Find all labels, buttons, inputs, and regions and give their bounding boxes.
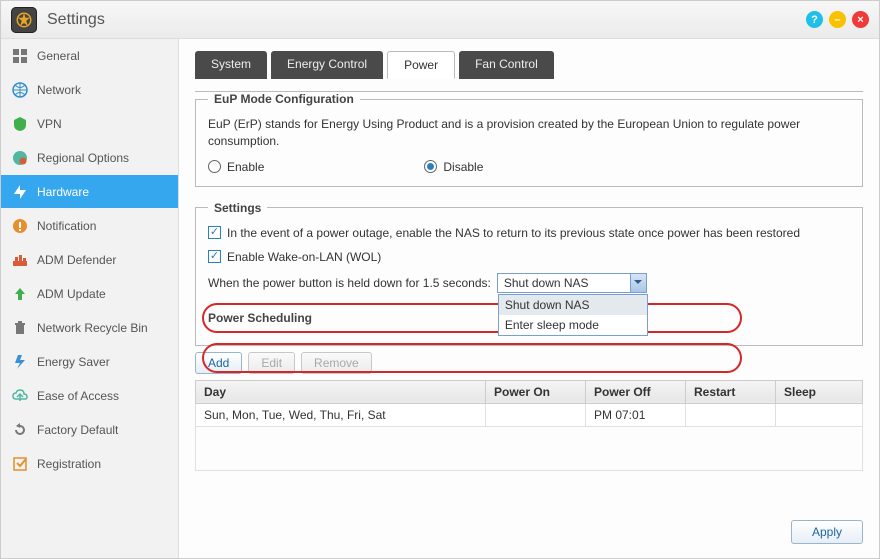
tabs: System Energy Control Power Fan Control	[195, 51, 863, 92]
sidebar-item-registration[interactable]: Registration	[1, 447, 178, 481]
eup-legend: EuP Mode Configuration	[208, 92, 360, 106]
tab-fan-control[interactable]: Fan Control	[459, 51, 554, 79]
sidebar-item-label: ADM Defender	[37, 253, 116, 267]
sidebar-item-label: ADM Update	[37, 287, 106, 301]
tab-power[interactable]: Power	[387, 51, 455, 79]
sidebar-item-label: Hardware	[37, 185, 89, 199]
col-power-on[interactable]: Power On	[486, 380, 586, 403]
hardware-icon	[11, 183, 29, 201]
sidebar-item-label: Energy Saver	[37, 355, 110, 369]
cell-sleep	[776, 403, 863, 426]
registration-icon	[11, 455, 29, 473]
sidebar-item-network[interactable]: Network	[1, 73, 178, 107]
col-power-off[interactable]: Power Off	[586, 380, 686, 403]
window-title: Settings	[47, 11, 105, 29]
trash-icon	[11, 319, 29, 337]
globe-icon	[11, 81, 29, 99]
select-popup: Shut down NAS Enter sleep mode	[498, 294, 648, 336]
sidebar-item-recycle-bin[interactable]: Network Recycle Bin	[1, 311, 178, 345]
sidebar-item-label: Network	[37, 83, 81, 97]
sidebar-item-label: Network Recycle Bin	[37, 321, 148, 335]
tab-system[interactable]: System	[195, 51, 267, 79]
eup-description: EuP (ErP) stands for Energy Using Produc…	[208, 116, 850, 150]
settings-legend: Settings	[208, 201, 267, 215]
sidebar-item-adm-update[interactable]: ADM Update	[1, 277, 178, 311]
region-icon	[11, 149, 29, 167]
help-button[interactable]: ?	[806, 11, 823, 28]
sidebar-item-vpn[interactable]: VPN	[1, 107, 178, 141]
sidebar-item-label: Regional Options	[37, 151, 129, 165]
tab-energy-control[interactable]: Energy Control	[271, 51, 383, 79]
sidebar-item-label: Factory Default	[37, 423, 118, 437]
settings-fieldset: Settings In the event of a power outage,…	[195, 201, 863, 346]
cell-power-off: PM 07:01	[586, 403, 686, 426]
sidebar-item-notification[interactable]: Notification	[1, 209, 178, 243]
add-button[interactable]: Add	[195, 352, 242, 374]
table-spacer	[196, 426, 863, 470]
window-controls: ? – ×	[806, 11, 869, 28]
col-restart[interactable]: Restart	[686, 380, 776, 403]
chevron-down-icon	[630, 274, 646, 292]
power-button-label: When the power button is held down for 1…	[208, 276, 491, 290]
cell-restart	[686, 403, 776, 426]
apply-button[interactable]: Apply	[791, 520, 863, 544]
app-icon	[11, 7, 37, 33]
sidebar-item-regional[interactable]: Regional Options	[1, 141, 178, 175]
edit-button[interactable]: Edit	[248, 352, 295, 374]
schedule-buttons: Add Edit Remove	[195, 352, 863, 374]
sidebar-item-general[interactable]: General	[1, 39, 178, 73]
sidebar-item-ease-of-access[interactable]: Ease of Access	[1, 379, 178, 413]
minimize-button[interactable]: –	[829, 11, 846, 28]
cell-power-on	[486, 403, 586, 426]
wol-checkbox[interactable]	[208, 250, 221, 263]
select-value: Shut down NAS	[498, 276, 630, 290]
sidebar-item-label: Registration	[37, 457, 101, 471]
update-icon	[11, 285, 29, 303]
remove-button[interactable]: Remove	[301, 352, 372, 374]
sidebar-item-label: Ease of Access	[37, 389, 119, 403]
radio-label: Enable	[227, 160, 264, 174]
col-sleep[interactable]: Sleep	[776, 380, 863, 403]
select-option[interactable]: Enter sleep mode	[499, 315, 647, 335]
wol-label: Enable Wake-on-LAN (WOL)	[227, 249, 381, 265]
sidebar-item-factory-default[interactable]: Factory Default	[1, 413, 178, 447]
sidebar: General Network VPN Regional Options Har…	[1, 39, 179, 558]
power-button-action-select[interactable]: Shut down NAS Shut down NAS Enter sleep …	[497, 273, 647, 293]
schedule-row[interactable]: Sun, Mon, Tue, Wed, Thu, Fri, Sat PM 07:…	[196, 403, 863, 426]
schedule-table: Day Power On Power Off Restart Sleep Sun…	[195, 380, 863, 471]
content-area: System Energy Control Power Fan Control …	[179, 39, 879, 558]
sidebar-item-adm-defender[interactable]: ADM Defender	[1, 243, 178, 277]
sidebar-item-label: General	[37, 49, 80, 63]
power-outage-label: In the event of a power outage, enable t…	[227, 225, 800, 241]
close-button[interactable]: ×	[852, 11, 869, 28]
titlebar: Settings ? – ×	[1, 1, 879, 39]
sidebar-item-label: VPN	[37, 117, 62, 131]
defender-icon	[11, 251, 29, 269]
vpn-icon	[11, 115, 29, 133]
sidebar-item-hardware[interactable]: Hardware	[1, 175, 178, 209]
radio-label: Disable	[443, 160, 483, 174]
sidebar-item-label: Notification	[37, 219, 96, 233]
notification-icon	[11, 217, 29, 235]
sidebar-item-energy-saver[interactable]: Energy Saver	[1, 345, 178, 379]
power-outage-checkbox[interactable]	[208, 226, 221, 239]
eup-disable-radio[interactable]: Disable	[424, 160, 483, 174]
eup-fieldset: EuP Mode Configuration EuP (ErP) stands …	[195, 92, 863, 187]
eup-enable-radio[interactable]: Enable	[208, 160, 264, 174]
col-day[interactable]: Day	[196, 380, 486, 403]
radio-icon	[424, 160, 437, 173]
energy-icon	[11, 353, 29, 371]
reset-icon	[11, 421, 29, 439]
grid-icon	[11, 47, 29, 65]
select-option[interactable]: Shut down NAS	[499, 295, 647, 315]
cell-day: Sun, Mon, Tue, Wed, Thu, Fri, Sat	[196, 403, 486, 426]
cloud-icon	[11, 387, 29, 405]
radio-icon	[208, 160, 221, 173]
settings-window: Settings ? – × General Network VPN Reg	[0, 0, 880, 559]
